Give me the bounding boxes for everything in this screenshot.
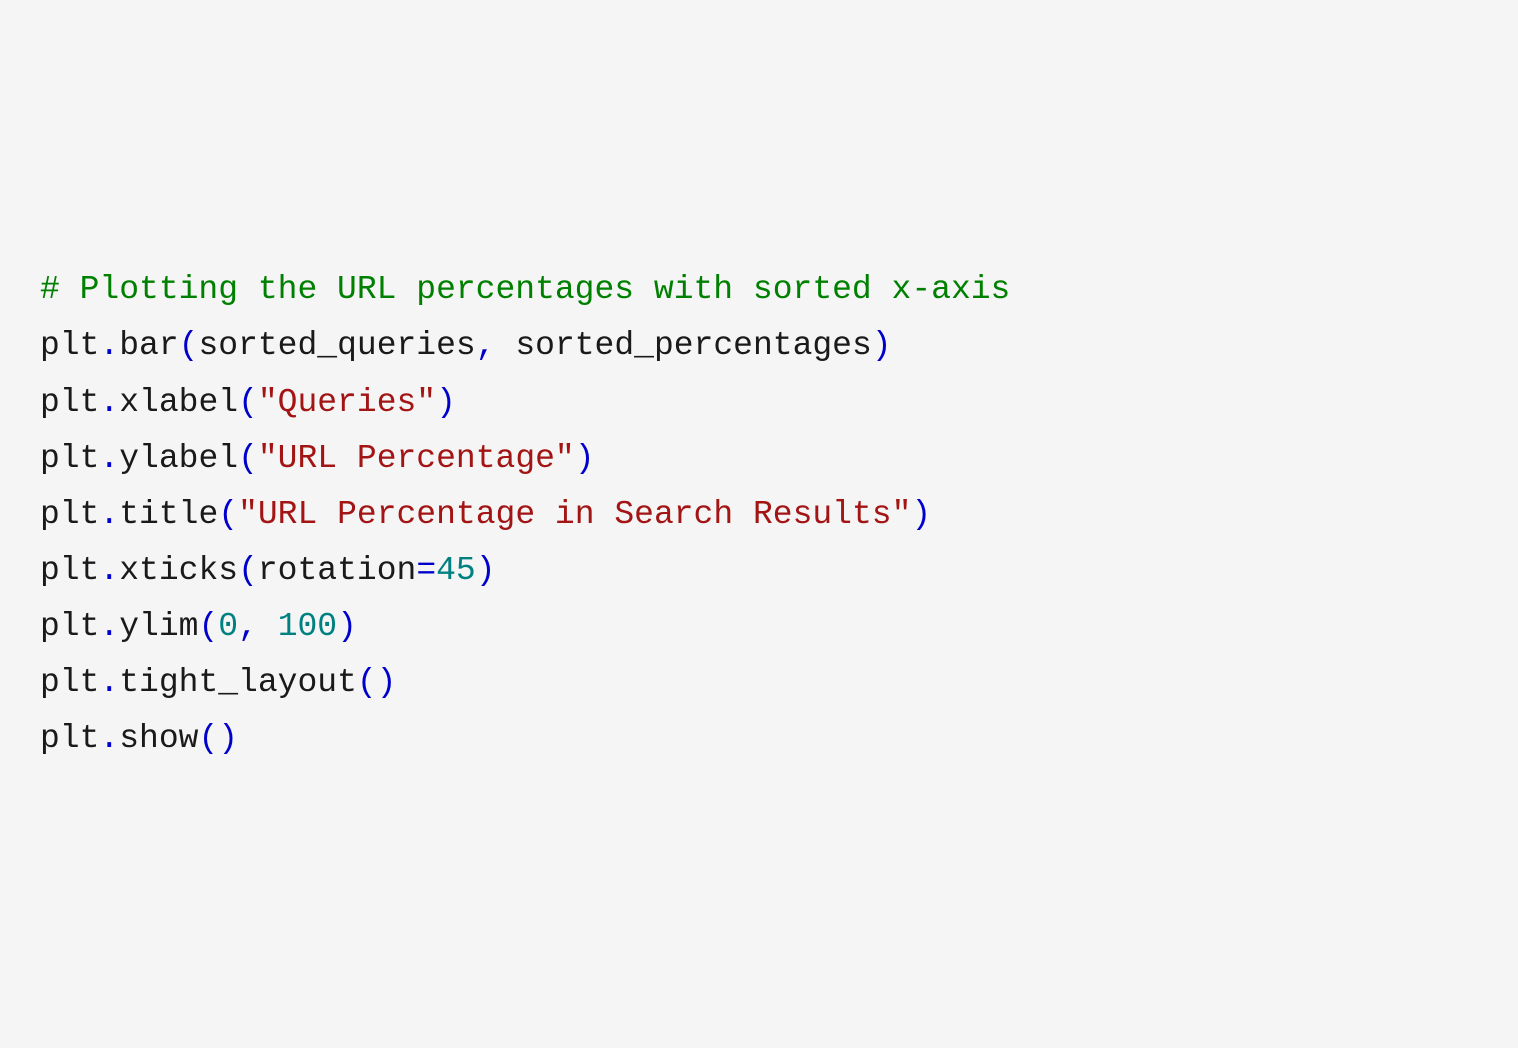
code-token-identifier: show: [119, 720, 198, 757]
code-token-identifier: sorted_percentages: [496, 327, 872, 364]
code-token-punct: ): [436, 384, 456, 421]
code-token-comment: # Plotting the URL percentages with sort…: [40, 271, 1010, 308]
code-token-identifier: plt: [40, 552, 99, 589]
code-token-punct: ): [575, 440, 595, 477]
code-token-punct: (: [218, 496, 238, 533]
code-token-identifier: [258, 608, 278, 645]
code-token-identifier: bar: [119, 327, 178, 364]
code-token-identifier: ylabel: [119, 440, 238, 477]
code-token-punct: .: [99, 496, 119, 533]
code-line: plt.xlabel("Queries"): [40, 375, 1478, 431]
code-line: plt.bar(sorted_queries, sorted_percentag…: [40, 318, 1478, 374]
code-token-punct: .: [99, 608, 119, 645]
code-block: # Plotting the URL percentages with sort…: [40, 262, 1478, 767]
code-line: # Plotting the URL percentages with sort…: [40, 262, 1478, 318]
code-token-identifier: tight_layout: [119, 664, 357, 701]
code-line: plt.ylim(0, 100): [40, 599, 1478, 655]
code-token-punct: ,: [476, 327, 496, 364]
code-token-string: "Queries": [258, 384, 436, 421]
code-token-identifier: plt: [40, 496, 99, 533]
code-token-punct: ): [337, 608, 357, 645]
code-token-identifier: xlabel: [119, 384, 238, 421]
code-token-punct: ): [872, 327, 892, 364]
code-token-identifier: sorted_queries: [198, 327, 475, 364]
code-token-punct: .: [99, 384, 119, 421]
code-line: plt.show(): [40, 711, 1478, 767]
code-token-identifier: plt: [40, 608, 99, 645]
code-token-identifier: plt: [40, 440, 99, 477]
code-token-punct: .: [99, 552, 119, 589]
code-token-string: "URL Percentage": [258, 440, 575, 477]
code-token-punct: (): [357, 664, 397, 701]
code-token-punct: (: [238, 440, 258, 477]
code-token-punct: (: [238, 552, 258, 589]
code-token-punct: =: [416, 552, 436, 589]
code-token-number: 0: [218, 608, 238, 645]
code-token-identifier: plt: [40, 664, 99, 701]
code-token-identifier: plt: [40, 720, 99, 757]
code-token-punct: ): [911, 496, 931, 533]
code-token-punct: (): [198, 720, 238, 757]
code-token-punct: .: [99, 440, 119, 477]
code-token-punct: (: [198, 608, 218, 645]
code-token-punct: .: [99, 664, 119, 701]
code-token-punct: (: [179, 327, 199, 364]
code-token-identifier: xticks: [119, 552, 238, 589]
code-token-identifier: plt: [40, 384, 99, 421]
code-token-punct: .: [99, 327, 119, 364]
code-line: plt.ylabel("URL Percentage"): [40, 431, 1478, 487]
code-token-punct: (: [238, 384, 258, 421]
code-token-identifier: plt: [40, 327, 99, 364]
code-token-punct: ): [476, 552, 496, 589]
code-token-string: "URL Percentage in Search Results": [238, 496, 911, 533]
code-line: plt.tight_layout(): [40, 655, 1478, 711]
code-line: plt.xticks(rotation=45): [40, 543, 1478, 599]
code-token-identifier: rotation: [258, 552, 416, 589]
code-token-punct: ,: [238, 608, 258, 645]
code-token-number: 45: [436, 552, 476, 589]
code-token-identifier: ylim: [119, 608, 198, 645]
code-token-punct: .: [99, 720, 119, 757]
code-token-number: 100: [278, 608, 337, 645]
code-line: plt.title("URL Percentage in Search Resu…: [40, 487, 1478, 543]
code-token-identifier: title: [119, 496, 218, 533]
